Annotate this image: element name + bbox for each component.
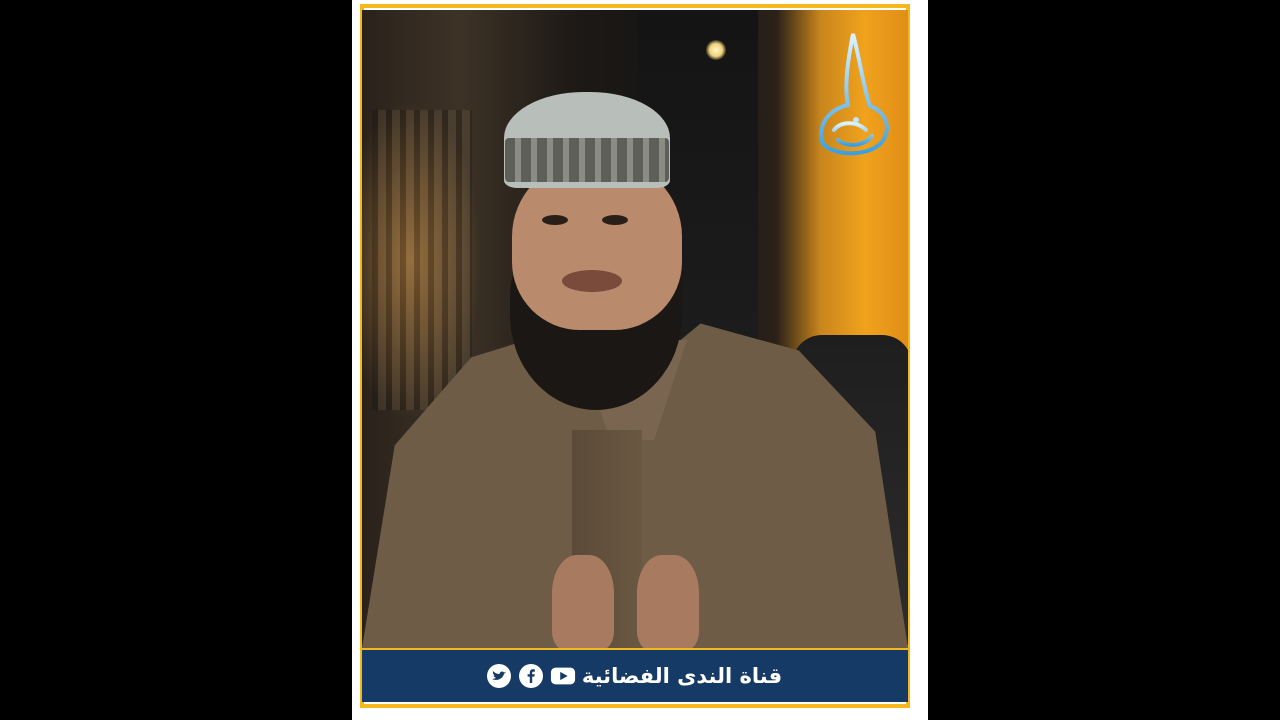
youtube-icon[interactable] bbox=[550, 663, 576, 689]
channel-name: قناة الندى الفضائية bbox=[581, 664, 783, 688]
kufi-embroidered-band bbox=[505, 138, 669, 182]
channel-banner: قناة الندى الفضائية bbox=[362, 648, 908, 702]
speaker-mouth bbox=[562, 270, 622, 292]
channel-logo bbox=[819, 33, 889, 156]
speaker-hand-right bbox=[637, 555, 699, 648]
video-scene bbox=[362, 10, 908, 648]
twitter-icon[interactable] bbox=[486, 663, 512, 689]
background-panel-stripes bbox=[372, 110, 472, 410]
speaker-hand-left bbox=[552, 555, 614, 648]
speaker-eye-left bbox=[542, 215, 568, 225]
facebook-icon[interactable] bbox=[518, 663, 544, 689]
ceiling-lamp bbox=[706, 40, 726, 60]
speaker-eye-right bbox=[602, 215, 628, 225]
video-card: قناة الندى الفضائية bbox=[352, 0, 928, 720]
video-player-stage[interactable]: قناة الندى الفضائية bbox=[0, 0, 1280, 720]
